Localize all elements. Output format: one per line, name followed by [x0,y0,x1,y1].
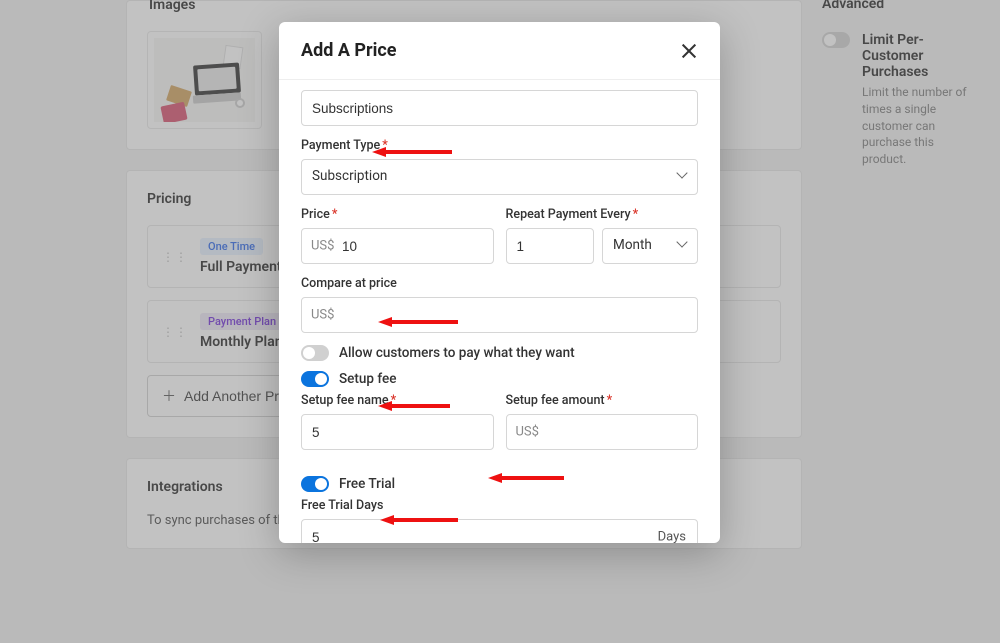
payment-type-label: Payment Type* [301,138,698,153]
pay-what-want-label: Allow customers to pay what they want [339,345,575,361]
compare-price-input[interactable] [301,297,698,333]
currency-prefix: US$ [311,239,334,254]
add-price-modal: Add A Price Payment Type* Subscription P… [279,22,720,543]
modal-header: Add A Price [279,22,720,80]
modal-title: Add A Price [301,40,396,61]
setup-fee-name-input[interactable] [301,414,494,450]
price-label-text: Price* [301,207,494,222]
setup-fee-label: Setup fee [339,371,396,387]
repeat-count-input[interactable] [506,228,595,264]
repeat-label: Repeat Payment Every* [506,207,699,222]
free-trial-toggle[interactable] [301,476,329,492]
compare-label: Compare at price [301,276,698,291]
setup-fee-amount-label: Setup fee amount* [506,393,699,408]
price-name-input[interactable] [301,90,698,126]
setup-fee-name-label: Setup fee name* [301,393,494,408]
currency-prefix: US$ [516,425,539,440]
setup-fee-toggle[interactable] [301,371,329,387]
payment-type-select[interactable]: Subscription [301,159,698,195]
free-trial-label: Free Trial [339,476,395,492]
modal-body[interactable]: Payment Type* Subscription Price* US$ Re… [279,80,720,543]
currency-prefix: US$ [311,308,334,323]
repeat-unit-select[interactable]: Month [602,228,698,264]
pay-what-want-toggle[interactable] [301,345,329,361]
days-suffix: Days [658,530,686,544]
close-icon[interactable] [680,42,698,60]
free-trial-days-input[interactable] [301,519,698,543]
free-trial-days-label: Free Trial Days [301,498,698,513]
